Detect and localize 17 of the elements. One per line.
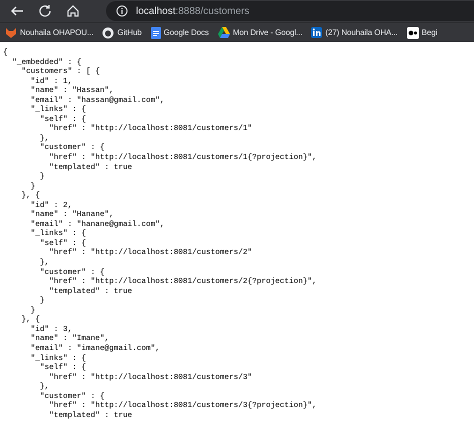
fox-icon (5, 26, 17, 38)
linkedin-icon (311, 27, 322, 38)
info-icon (116, 5, 128, 17)
bookmark[interactable]: Google Docs (150, 26, 209, 38)
url-text: localhost:8888/customers (136, 6, 250, 16)
bookmark[interactable]: GitHub (102, 26, 142, 38)
drive-icon (218, 27, 230, 38)
dots-icon (406, 26, 419, 38)
address-bar[interactable]: localhost:8888/customers (106, 1, 474, 21)
bookmark[interactable]: Mon Drive - Googl... (218, 27, 302, 38)
bookmark[interactable]: (27) Nouhaila OHA... (311, 27, 398, 38)
bookmark[interactable]: Nouhaila OHAPOU... (5, 26, 94, 38)
back-icon[interactable] (10, 4, 24, 18)
reload-icon[interactable] (38, 4, 52, 18)
bookmark[interactable]: Begi (406, 26, 438, 38)
document-icon (150, 26, 161, 38)
home-icon[interactable] (66, 4, 80, 18)
